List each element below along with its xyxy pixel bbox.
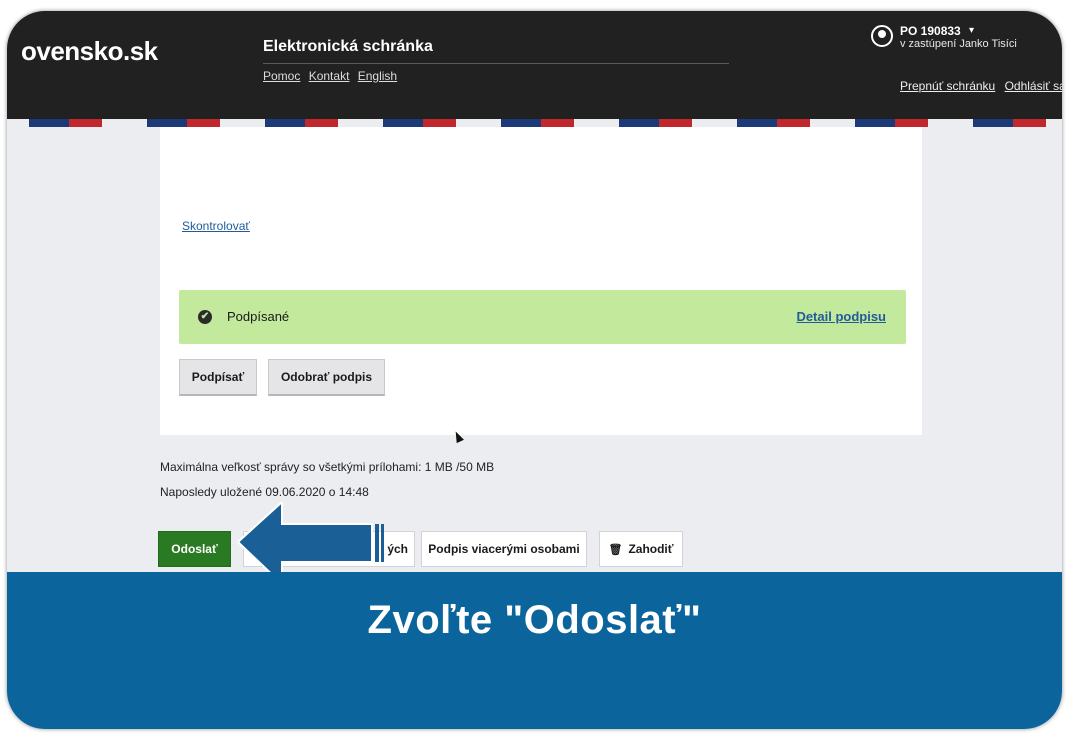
header-divider [263,63,729,64]
sign-button[interactable]: Podpísať [179,359,257,396]
chevron-down-icon[interactable]: ▾ [969,25,974,36]
user-id[interactable]: PO 190833 [900,24,961,38]
help-link-pomoc[interactable]: Pomoc [263,69,300,83]
flag-stripe-divider [7,119,1062,127]
discard-button[interactable]: 🗑 Zahodiť [599,531,683,567]
logout-link[interactable]: Odhlásiť sa [1005,79,1062,93]
trash-icon: 🗑 [608,543,623,556]
last-saved-info: Naposledy uložené 09.06.2020 o 14:48 [160,485,369,499]
app-title: Elektronická schránka [263,38,433,55]
switch-mailbox-link[interactable]: Prepnúť schránku [900,79,995,93]
help-links: Pomoc Kontakt English [263,69,402,83]
help-link-english[interactable]: English [358,69,397,83]
caption-banner: Zvoľte "Odoslať" [7,572,1062,729]
send-button[interactable]: Odoslať [158,531,231,567]
top-header: ovensko.sk Elektronická schránka Pomoc K… [7,11,1062,119]
max-size-info: Maximálna veľkosť správy so všetkými prí… [160,460,495,474]
signature-status-label: Podpísané [227,309,290,324]
check-circle-icon: ✔ [198,310,212,324]
site-logo[interactable]: ovensko.sk [21,36,158,67]
discard-label: Zahodiť [628,542,674,556]
signature-status-bar: ✔ Podpísané Detail podpisu [179,290,906,344]
account-links: Prepnúť schránku Odhlásiť sa [900,79,1062,93]
user-avatar-icon[interactable] [871,25,893,47]
help-link-kontakt[interactable]: Kontakt [309,69,350,83]
signature-detail-link[interactable]: Detail podpisu [796,309,886,324]
message-panel: Skontrolovať ✔ Podpísané Detail podpisu … [160,127,922,435]
multi-sign-button[interactable]: Podpis viacerými osobami [421,531,587,567]
caption-text: Zvoľte "Odoslať" [367,598,702,642]
check-link[interactable]: Skontrolovať [182,219,250,233]
remove-signature-button[interactable]: Odobrať podpis [268,359,385,396]
user-representative: v zastúpení Janko Tisíci [900,38,1017,50]
screenshot-frame: ovensko.sk Elektronická schránka Pomoc K… [7,11,1062,729]
